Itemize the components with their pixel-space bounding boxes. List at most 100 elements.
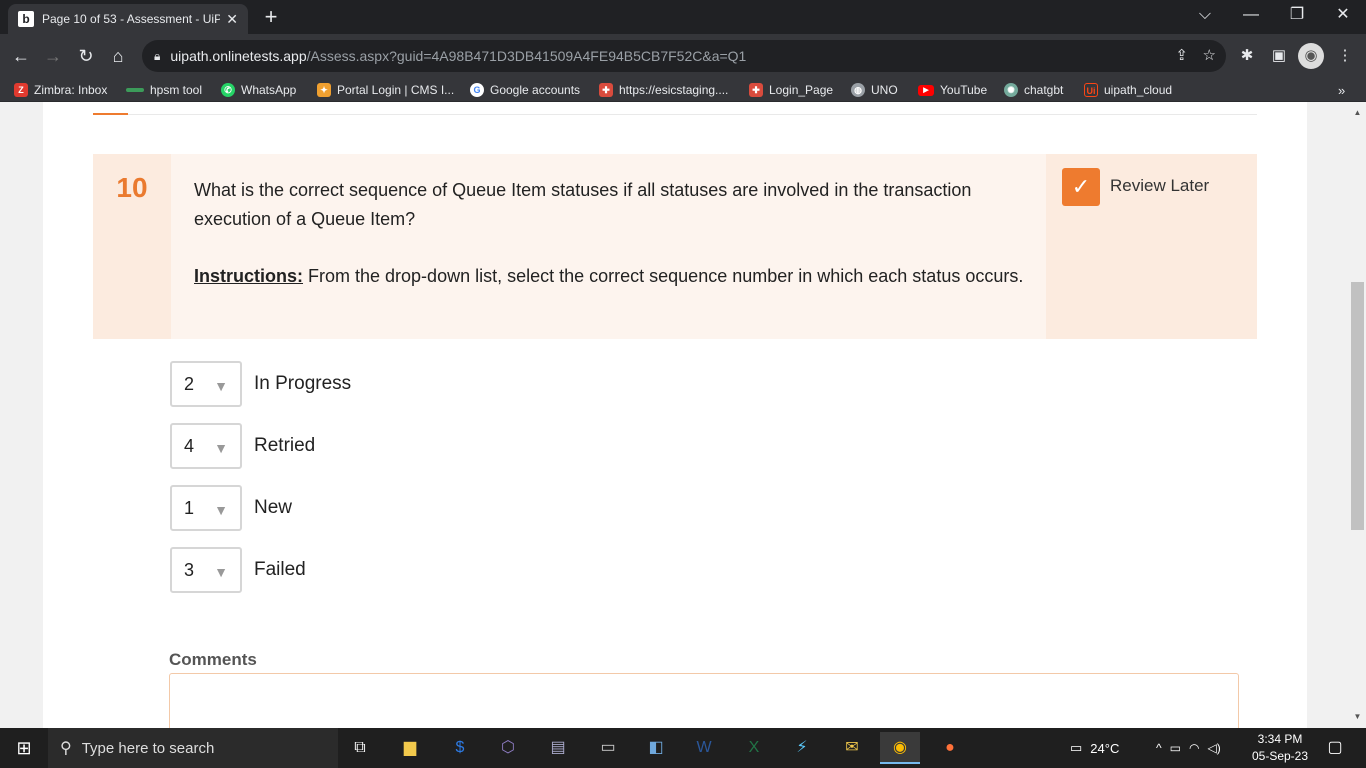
progress-accent (93, 113, 128, 115)
bookmarks-overflow-icon[interactable]: » (1338, 81, 1345, 99)
bookmark-google-accounts[interactable]: G Google accounts (470, 81, 580, 99)
sequence-dropdown[interactable]: 2 ▼ (170, 361, 242, 407)
tab-search-icon[interactable]: ⌵ (1182, 0, 1228, 30)
chrome-icon[interactable]: ◉ (880, 732, 920, 764)
forward-button[interactable]: → (40, 43, 66, 69)
restore-button[interactable]: ❐ (1274, 0, 1320, 30)
terminal-icon[interactable]: ▭ (588, 732, 628, 764)
search-icon: ⚲ (60, 740, 72, 757)
uipath-icon: Ui (1084, 83, 1098, 97)
firefox-icon[interactable]: ● (930, 732, 970, 764)
review-later-checkbox[interactable]: ✓ (1062, 168, 1100, 206)
share-icon[interactable]: ⇪ (1175, 46, 1188, 64)
url-host: uipath.onlinetests.app (170, 48, 307, 64)
comments-textarea[interactable] (169, 673, 1239, 728)
scroll-down-arrow-icon[interactable]: ▼ (1349, 712, 1366, 721)
tab-close-icon[interactable]: ✕ (226, 11, 238, 28)
wifi-icon[interactable]: ◠ (1189, 741, 1199, 755)
youtube-icon: ▶ (918, 84, 934, 96)
reload-button[interactable]: ↻ (73, 43, 99, 69)
extensions-icon[interactable]: ✱ (1234, 43, 1260, 69)
browser-toolbar: ← → ↻ ⌂ 🔒︎ uipath.onlinetests.app/Assess… (0, 34, 1366, 78)
menu-icon[interactable]: ⋮ (1332, 43, 1358, 69)
app-paper-icon[interactable]: ◧ (636, 732, 676, 764)
app-remote-icon[interactable]: ▤ (538, 732, 578, 764)
bookmark-esicstaging[interactable]: ✚ https://esicstaging.... (599, 81, 728, 99)
bookmark-star-icon[interactable]: ☆ (1203, 46, 1216, 64)
battery-icon[interactable]: ▭ (1170, 741, 1181, 755)
page-viewport: 10 What is the correct sequence of Queue… (0, 102, 1366, 728)
bookmark-hpsm[interactable]: hpsm tool (126, 81, 202, 99)
taskbar-search-placeholder: Type here to search (81, 739, 215, 757)
tray-overflow-icon[interactable]: ^ (1156, 741, 1162, 755)
tab-title: Page 10 of 53 - Assessment - UiP (42, 12, 221, 26)
portal-icon: ✦ (317, 83, 331, 97)
file-explorer-icon[interactable]: ▆ (390, 732, 430, 764)
scroll-up-arrow-icon[interactable]: ▲ (1349, 108, 1366, 117)
address-bar[interactable]: 🔒︎ uipath.onlinetests.app/Assess.aspx?gu… (142, 40, 1226, 72)
new-tab-button[interactable]: + (258, 4, 284, 30)
dropdown-arrow-icon: ▼ (214, 378, 228, 394)
sequence-dropdown[interactable]: 1 ▼ (170, 485, 242, 531)
hpsm-icon (126, 88, 144, 92)
bookmark-label: Zimbra: Inbox (34, 83, 108, 97)
volume-icon[interactable]: ◁) (1207, 741, 1220, 755)
weather-temp: 24°C (1090, 740, 1120, 756)
checkmark-icon: ✓ (1071, 174, 1091, 199)
status-label: In Progress (254, 373, 352, 394)
lock-icon: 🔒︎ (154, 48, 161, 63)
bookmark-label: https://esicstaging.... (619, 83, 729, 97)
esic-icon: ✚ (599, 83, 613, 97)
dropdown-value: 3 (184, 559, 195, 580)
page-scrollbar[interactable]: ▲ ▼ (1349, 102, 1366, 728)
review-later-label[interactable]: Review Later (1110, 176, 1209, 196)
system-clock[interactable]: 3:34 PM 05-Sep-23 (1250, 731, 1310, 765)
bookmark-portal-login[interactable]: ✦ Portal Login | CMS I... (317, 81, 454, 99)
side-panel-icon[interactable]: ▣ (1266, 43, 1292, 69)
profile-avatar[interactable]: ◉ (1298, 43, 1324, 69)
bookmark-login-page[interactable]: ✚ Login_Page (749, 81, 833, 99)
task-view-icon[interactable]: ⧉ (340, 732, 380, 764)
dropdown-arrow-icon: ▼ (214, 440, 228, 456)
question-text: What is the correct sequence of Queue It… (194, 180, 972, 229)
notification-icon[interactable]: ▢ (1320, 728, 1350, 768)
taskbar-search-box[interactable]: ⚲ Type here to search (48, 728, 338, 768)
google-icon: G (470, 83, 484, 97)
app-hexagon-icon[interactable]: ⬡ (488, 732, 528, 764)
app-s-icon[interactable]: $ (440, 732, 480, 764)
excel-icon[interactable]: X (734, 732, 774, 764)
windows-start-icon[interactable]: ⊞ (0, 728, 48, 768)
scrollbar-thumb[interactable] (1351, 282, 1364, 530)
bookmark-zimbra[interactable]: Z Zimbra: Inbox (14, 81, 107, 99)
app-bolt-icon[interactable]: ⚡︎ (782, 732, 822, 764)
bookmark-label: Login_Page (769, 83, 834, 97)
dropdown-arrow-icon: ▼ (214, 564, 228, 580)
close-window-button[interactable]: ✕ (1320, 0, 1366, 30)
back-button[interactable]: ← (8, 43, 34, 69)
status-label: Failed (254, 559, 306, 580)
browser-titlebar: b Page 10 of 53 - Assessment - UiP ✕ + ⌵… (0, 0, 1366, 34)
windows-taskbar: ⊞ ⚲ Type here to search ⧉ ▆ $ ⬡ ▤ ▭ ◧ W … (0, 728, 1366, 768)
dropdown-value: 4 (184, 435, 195, 456)
sequence-dropdown[interactable]: 3 ▼ (170, 547, 242, 593)
globe-icon: ◍ (851, 83, 865, 97)
minimize-button[interactable]: — (1228, 0, 1274, 30)
dropdown-value: 1 (184, 497, 195, 518)
dropdown-arrow-icon: ▼ (214, 502, 228, 518)
weather-widget[interactable]: ▭ 24°C (1070, 728, 1119, 768)
bookmark-label: uipath_cloud (1104, 83, 1173, 97)
bookmark-youtube[interactable]: ▶ YouTube (918, 81, 987, 99)
whatsapp-icon: ✆ (221, 83, 235, 97)
bookmark-label: YouTube (940, 83, 988, 97)
bookmark-chatgbt[interactable]: ✺ chatgbt (1004, 81, 1063, 99)
url-path: /Assess.aspx?guid=4A98B471D3DB41509A4FE9… (306, 48, 747, 64)
word-icon[interactable]: W (684, 732, 724, 764)
home-button[interactable]: ⌂ (105, 43, 131, 69)
answer-row: 1 ▼ New (170, 485, 292, 531)
bookmark-uno[interactable]: ◍ UNO (851, 81, 898, 99)
browser-tab-active[interactable]: b Page 10 of 53 - Assessment - UiP ✕ (8, 4, 248, 34)
bookmark-whatsapp[interactable]: ✆ WhatsApp (221, 81, 296, 99)
bookmark-uipath-cloud[interactable]: Ui uipath_cloud (1084, 81, 1172, 99)
sequence-dropdown[interactable]: 4 ▼ (170, 423, 242, 469)
app-folder-icon[interactable]: ✉ (832, 732, 872, 764)
